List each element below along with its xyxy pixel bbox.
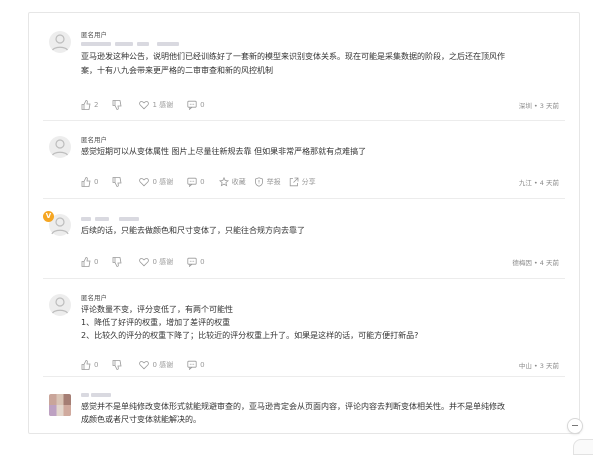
avatar[interactable] xyxy=(49,136,71,158)
dislike-button[interactable] xyxy=(112,177,125,187)
blurred-username[interactable] xyxy=(81,390,559,400)
reply-button[interactable]: 0 xyxy=(187,100,205,110)
blurred-signature xyxy=(81,40,559,48)
dislike-button[interactable] xyxy=(112,360,125,370)
heart-icon xyxy=(139,360,150,370)
thumbs-down-icon xyxy=(112,257,122,267)
thumbs-down-icon xyxy=(112,177,122,187)
corner-button[interactable] xyxy=(573,439,593,455)
like-button[interactable]: 2 xyxy=(81,100,98,110)
comment-item: 感觉并不是单纯修改变体形式就能规避审查的，亚马逊肯定会从页面内容，评论内容去判断… xyxy=(43,376,565,433)
share-button[interactable]: 分享 xyxy=(289,177,316,187)
collapse-button[interactable] xyxy=(567,418,583,434)
username[interactable]: 匿名用户 xyxy=(81,293,559,303)
thanks-button[interactable]: 0 感谢 xyxy=(139,257,173,267)
comment-text: 感觉短期可以从变体属性 图片上尽量往新规去靠 但如果非常严格那就有点难搞了 xyxy=(81,147,367,156)
like-button[interactable]: 0 xyxy=(81,177,98,187)
thumbs-up-icon xyxy=(81,360,91,370)
thanks-button[interactable]: 0 感谢 xyxy=(139,360,173,370)
heart-icon xyxy=(139,177,150,187)
collect-button[interactable]: 收藏 xyxy=(218,177,246,187)
thanks-button[interactable]: 1 感谢 xyxy=(139,100,173,110)
location-time: 九江 • 4 天前 xyxy=(518,179,559,187)
thumbs-down-icon xyxy=(112,100,122,110)
report-button[interactable]: 举报 xyxy=(254,177,281,187)
comment-item: V 后续的话，只能去做颜色和尺寸变体了，只能往合规方向去靠了 0 0 感谢 0 … xyxy=(43,198,565,279)
comment-item: 匿名用户 亚马逊发这种公告，说明他们已经训练好了一套新的模型来识别变体关系。现在… xyxy=(43,13,565,121)
thumbs-up-icon xyxy=(81,257,91,267)
comment-icon xyxy=(187,100,197,110)
comment-text: 评论数量不变，评分变低了，有两个可能性 1、降低了好评的权重，增加了差评的权重 … xyxy=(81,305,419,340)
reply-button[interactable]: 0 xyxy=(187,177,205,187)
location-time: 深圳 • 3 天前 xyxy=(518,102,559,110)
comment-actions: 0 0 感谢 0 收藏 举报 分享 九江 • 4 天前 xyxy=(81,175,559,189)
avatar[interactable] xyxy=(49,31,71,53)
comment-icon xyxy=(187,360,197,370)
comment-icon xyxy=(187,257,197,267)
heart-icon xyxy=(139,257,150,267)
share-icon xyxy=(289,177,299,187)
comment-actions: 2 1 感谢 0 深圳 • 3 天前 xyxy=(81,98,559,112)
comment-item: 匿名用户 评论数量不变，评分变低了，有两个可能性 1、降低了好评的权重，增加了差… xyxy=(43,278,565,377)
shield-icon xyxy=(254,177,264,187)
thumbs-down-icon xyxy=(112,360,122,370)
vip-badge-icon: V xyxy=(43,211,54,222)
location-time: 中山 • 3 天前 xyxy=(518,362,559,370)
comment-text: 后续的话，只能去做颜色和尺寸变体了，只能往合规方向去靠了 xyxy=(81,226,305,235)
like-button[interactable]: 0 xyxy=(81,360,98,370)
username[interactable]: 匿名用户 xyxy=(81,135,559,145)
comment-text: 亚马逊发这种公告，说明他们已经训练好了一套新的模型来识别变体关系。现在可能是采集… xyxy=(81,52,505,75)
dislike-button[interactable] xyxy=(112,257,125,267)
location-time: 德梅因 • 4 天前 xyxy=(512,259,559,267)
comment-text: 感觉并不是单纯修改变体形式就能规避审查的，亚马逊肯定会从页面内容，评论内容去判断… xyxy=(81,402,505,424)
username[interactable]: 匿名用户 xyxy=(81,30,559,40)
heart-icon xyxy=(139,100,150,110)
thumbs-up-icon xyxy=(81,100,91,110)
comment-icon xyxy=(187,177,197,187)
avatar[interactable]: V xyxy=(43,211,71,236)
reply-button[interactable]: 0 xyxy=(187,257,205,267)
blurred-username[interactable] xyxy=(81,214,559,224)
comment-actions: 0 0 感谢 0 德梅因 • 4 天前 xyxy=(81,255,559,269)
like-button[interactable]: 0 xyxy=(81,257,98,267)
avatar[interactable] xyxy=(49,394,71,416)
comment-item: 匿名用户 感觉短期可以从变体属性 图片上尽量往新规去靠 但如果非常严格那就有点难… xyxy=(43,120,565,199)
reply-button[interactable]: 0 xyxy=(187,360,205,370)
thumbs-up-icon xyxy=(81,177,91,187)
dislike-button[interactable] xyxy=(112,100,125,110)
comment-list: 匿名用户 亚马逊发这种公告，说明他们已经训练好了一套新的模型来识别变体关系。现在… xyxy=(28,12,580,434)
comment-actions: 0 0 感谢 0 中山 • 3 天前 xyxy=(81,358,559,372)
avatar[interactable] xyxy=(49,294,71,316)
star-icon xyxy=(218,177,229,187)
thanks-button[interactable]: 0 感谢 xyxy=(139,177,173,187)
